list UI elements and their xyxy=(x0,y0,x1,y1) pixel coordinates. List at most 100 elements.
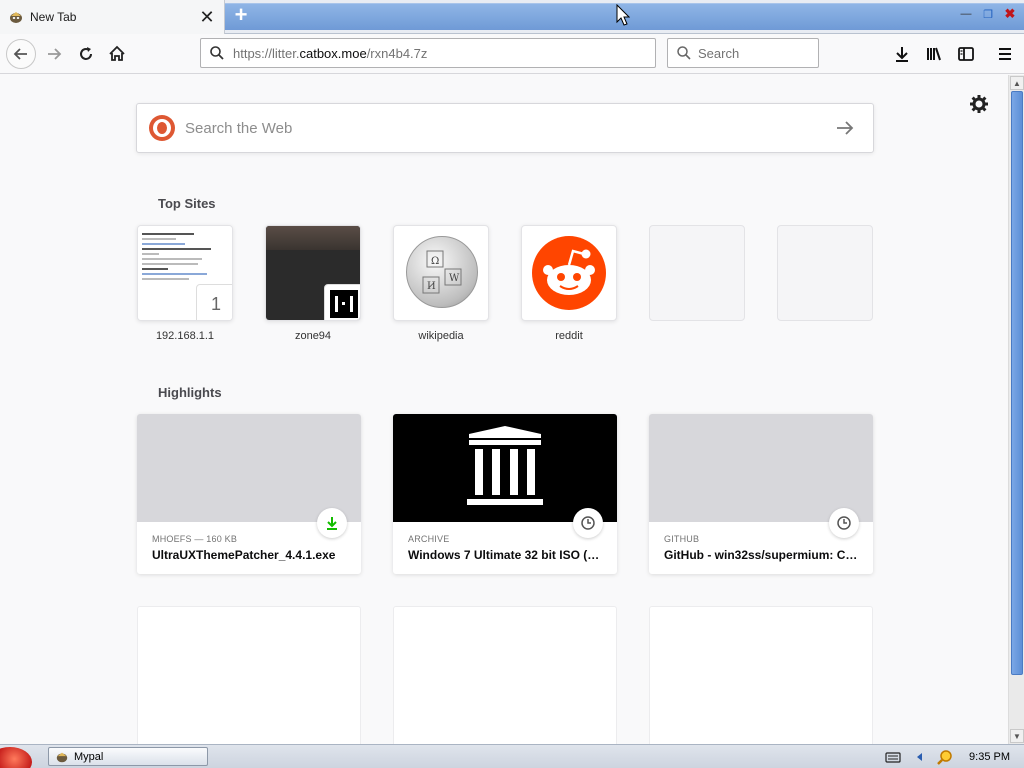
web-search-box[interactable]: Search the Web xyxy=(136,103,874,153)
highlight-placeholder xyxy=(649,606,873,744)
reload-button[interactable] xyxy=(72,40,100,68)
top-site-zone94[interactable]: zone94 xyxy=(265,225,361,342)
scroll-down-arrow-icon[interactable]: ▼ xyxy=(1010,729,1024,743)
new-tab-button[interactable]: + xyxy=(230,4,252,27)
duckduckgo-logo-icon xyxy=(149,115,175,141)
web-search-placeholder: Search the Web xyxy=(185,119,293,137)
url-bar[interactable]: https://litter.catbox.moe/rxn4b4.7z xyxy=(200,38,656,68)
menu-button[interactable] xyxy=(993,42,1017,66)
taskbar-item-label: Mypal xyxy=(74,750,104,763)
highlight-title: Windows 7 Ultimate 32 bit ISO (… xyxy=(408,548,600,562)
vertical-scrollbar[interactable]: ▲ ▼ xyxy=(1008,75,1024,744)
home-icon xyxy=(109,45,125,61)
top-site-thumbnail xyxy=(521,225,617,321)
top-site-badge: 1 xyxy=(196,284,232,320)
back-button[interactable] xyxy=(6,39,36,69)
reddit-logo-icon xyxy=(532,236,606,310)
top-site-reddit[interactable]: reddit xyxy=(521,225,617,342)
top-site-placeholder xyxy=(649,225,745,321)
scroll-up-arrow-icon[interactable]: ▲ xyxy=(1010,76,1024,90)
highlight-card[interactable]: MHOEFS — 160 KB UltraUXThemePatcher_4.4.… xyxy=(137,414,361,574)
top-site-wikipedia[interactable]: Ω W И wikipedia xyxy=(393,225,489,342)
home-button[interactable] xyxy=(103,40,131,68)
mypal-raccoon-icon xyxy=(56,752,68,762)
highlight-thumbnail xyxy=(137,414,361,522)
highlight-card[interactable]: GITHUB GitHub - win32ss/supermium: C… xyxy=(649,414,873,574)
highlight-placeholder xyxy=(137,606,361,744)
mouse-cursor-icon xyxy=(616,4,630,26)
arrow-left-icon xyxy=(13,48,27,60)
top-site-label: reddit xyxy=(555,330,583,342)
top-sites-heading: Top Sites xyxy=(158,196,216,211)
search-bar-placeholder: Search xyxy=(698,45,740,61)
download-icon xyxy=(896,47,908,62)
download-icon xyxy=(317,508,347,538)
mypal-raccoon-icon xyxy=(10,12,22,23)
highlight-context: ARCHIVE xyxy=(408,534,450,544)
svg-text:Ω: Ω xyxy=(431,256,439,267)
svg-text:W: W xyxy=(449,273,460,284)
top-site-thumbnail: 1 xyxy=(137,225,233,321)
highlight-placeholder xyxy=(393,606,617,744)
sidebar-icon xyxy=(958,47,974,61)
top-site-label: zone94 xyxy=(294,330,332,342)
internet-archive-logo-icon xyxy=(467,426,543,505)
gear-icon[interactable] xyxy=(969,94,989,114)
system-tray: 9:35 PM xyxy=(885,745,1024,768)
svg-text:И: И xyxy=(427,281,436,292)
highlight-context: MHOEFS — 160 KB xyxy=(152,534,238,544)
highlight-context: GITHUB xyxy=(664,534,700,544)
search-icon xyxy=(677,46,691,60)
top-site-placeholder xyxy=(777,225,873,321)
downloads-button[interactable] xyxy=(890,42,914,66)
highlight-card[interactable]: ARCHIVE Windows 7 Ultimate 32 bit ISO (… xyxy=(393,414,617,574)
url-text[interactable]: https://litter.catbox.moe/rxn4b4.7z xyxy=(233,46,427,61)
search-icon[interactable] xyxy=(937,749,953,765)
navigation-toolbar: https://litter.catbox.moe/rxn4b4.7z Sear… xyxy=(0,34,1024,74)
top-site-thumbnail: Ω W И xyxy=(393,225,489,321)
top-site-thumbnail xyxy=(265,225,361,321)
title-bar: New Tab ✕ + — ❐ ✖ xyxy=(0,0,1024,34)
clock-icon xyxy=(829,508,859,538)
search-bar[interactable]: Search xyxy=(667,38,819,68)
top-site-label: 192.168.1.1 xyxy=(155,330,215,342)
tab-close-button[interactable]: ✕ xyxy=(196,6,218,28)
library-button[interactable] xyxy=(922,42,946,66)
forward-button[interactable] xyxy=(40,40,68,68)
taskbar-item-mypal[interactable]: Mypal xyxy=(48,747,208,766)
hamburger-menu-icon xyxy=(999,48,1011,60)
clock-icon xyxy=(573,508,603,538)
url-prefix: https://litter. xyxy=(233,45,300,61)
top-site-empty[interactable] xyxy=(649,225,745,321)
sidebar-toggle-button[interactable] xyxy=(954,42,978,66)
restore-button[interactable]: ❐ xyxy=(980,6,996,22)
arrow-right-icon[interactable] xyxy=(833,116,857,140)
highlight-title: GitHub - win32ss/supermium: C… xyxy=(664,548,858,562)
window-controls: — ❐ ✖ xyxy=(958,6,1018,22)
highlight-thumbnail xyxy=(393,414,617,522)
highlights-heading: Highlights xyxy=(158,385,222,400)
top-site-router[interactable]: 1 192.168.1.1 xyxy=(137,225,233,342)
new-tab-page: Search the Web Top Sites 1 192.168.1.1 z… xyxy=(0,75,1008,744)
library-icon xyxy=(927,47,941,61)
scrollbar-thumb[interactable] xyxy=(1011,91,1023,675)
keyboard-icon[interactable] xyxy=(885,749,901,765)
top-site-empty[interactable] xyxy=(777,225,873,321)
tab-title: New Tab xyxy=(30,10,77,24)
search-icon xyxy=(210,46,224,60)
tab-new-tab[interactable]: New Tab ✕ xyxy=(0,0,225,34)
url-host: catbox.moe xyxy=(299,45,367,61)
zone94-favicon xyxy=(324,284,360,320)
show-hidden-icons-arrow-icon[interactable] xyxy=(911,749,927,765)
url-path: /rxn4b4.7z xyxy=(366,45,428,61)
highlight-title: UltraUXThemePatcher_4.4.1.exe xyxy=(152,548,336,562)
taskbar: Mypal 9:35 PM xyxy=(0,744,1024,768)
taskbar-clock[interactable]: 9:35 PM xyxy=(969,751,1010,763)
start-button[interactable] xyxy=(0,745,40,768)
wikipedia-globe-icon: Ω W И xyxy=(406,236,478,308)
top-site-label: wikipedia xyxy=(418,330,464,342)
start-orb-icon xyxy=(0,747,32,768)
minimize-button[interactable]: — xyxy=(958,6,974,22)
reload-icon xyxy=(80,47,92,60)
close-window-button[interactable]: ✖ xyxy=(1002,6,1018,22)
